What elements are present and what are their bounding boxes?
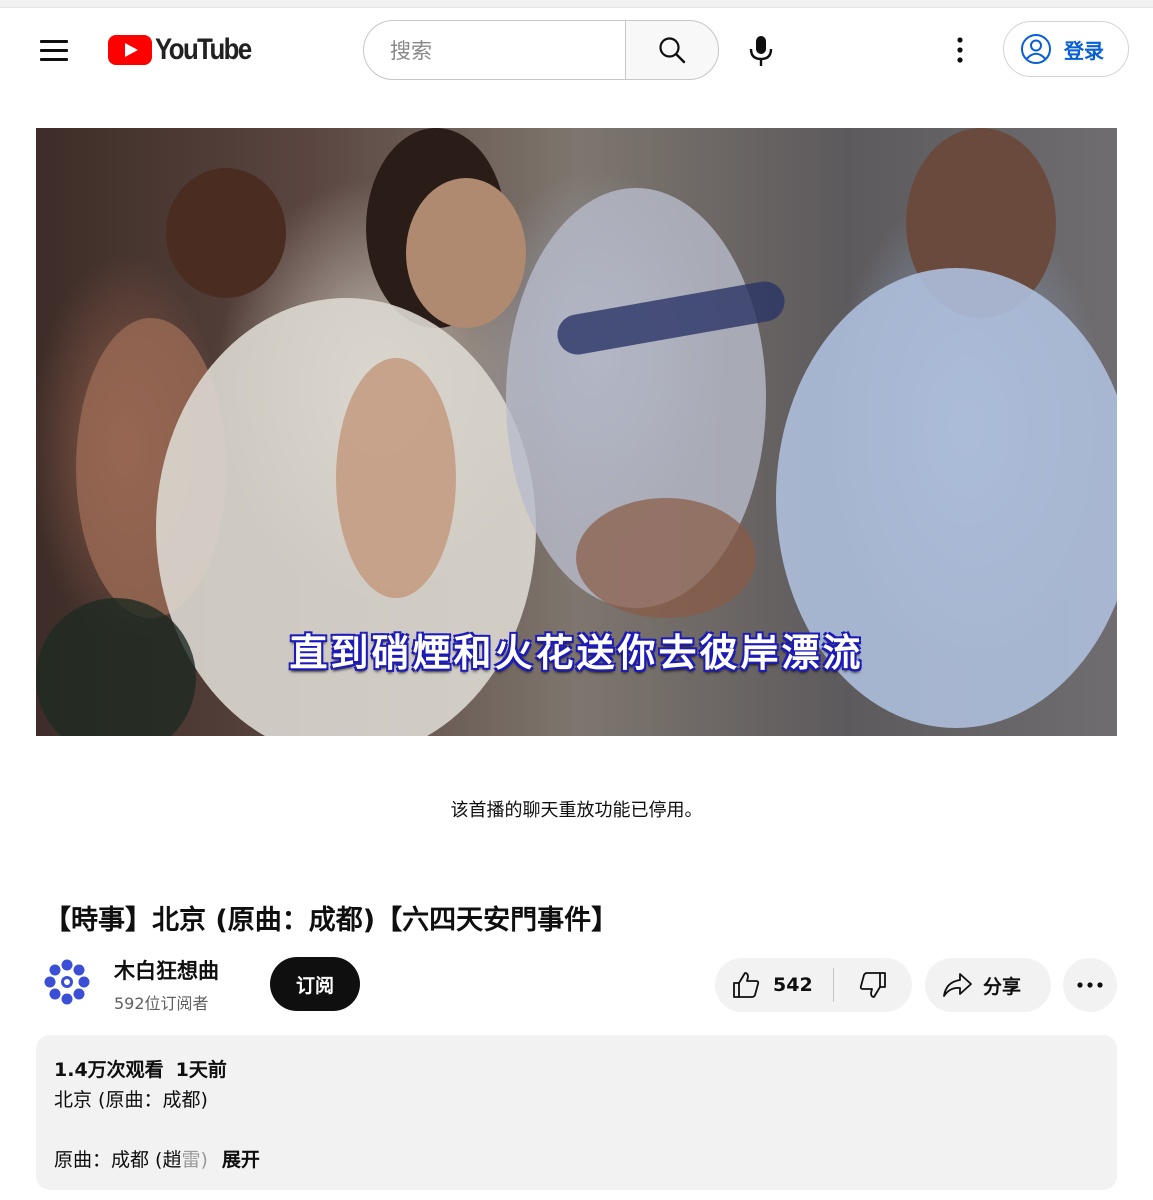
search-form: 搜索 xyxy=(363,20,719,80)
description-text-faded: 雷) xyxy=(181,1149,208,1171)
description-meta: 1.4万次观看 1天前 xyxy=(54,1055,227,1082)
video-frame-figure xyxy=(406,178,526,328)
video-title: 【時事】北京 (原曲：成都)【六四天安門事件】 xyxy=(44,905,619,936)
share-label: 分享 xyxy=(983,975,1022,998)
like-dislike-segment: 542 xyxy=(715,958,912,1012)
channel-logo-icon xyxy=(44,959,90,1005)
expand-button[interactable]: 展开 xyxy=(222,1149,260,1171)
view-count: 1.4万次观看 xyxy=(54,1059,164,1081)
more-actions-button[interactable] xyxy=(1063,958,1117,1012)
sign-in-label: 登录 xyxy=(1064,38,1104,63)
more-vertical-icon xyxy=(957,37,963,63)
account-icon xyxy=(1021,34,1051,64)
thumbs-down-icon xyxy=(859,972,886,998)
description-line: 北京 (原曲：成都) xyxy=(54,1089,208,1111)
chat-replay-disabled-message: 该首播的聊天重放功能已停用。 xyxy=(450,800,703,821)
search-placeholder: 搜索 xyxy=(390,39,432,63)
voice-search-button[interactable] xyxy=(738,28,784,74)
masthead: YouTube 搜索 登录 xyxy=(0,8,1153,92)
video-frame-figure xyxy=(166,168,286,298)
description-line: 原曲：成都 (趙雷) 展开 xyxy=(54,1145,260,1172)
subscriber-count: 592位订阅者 xyxy=(114,994,209,1013)
hamburger-line xyxy=(40,40,68,43)
share-button[interactable]: 分享 xyxy=(925,958,1051,1012)
browser-top-edge xyxy=(0,0,1153,8)
guide-menu-button[interactable] xyxy=(30,30,78,70)
search-icon xyxy=(659,37,686,64)
settings-menu-button[interactable] xyxy=(940,30,980,70)
description-box[interactable]: 1.4万次观看 1天前 北京 (原曲：成都) 原曲：成都 (趙雷) 展开 xyxy=(36,1035,1117,1190)
publish-date: 1天前 xyxy=(175,1059,227,1081)
like-button[interactable]: 542 xyxy=(715,958,833,1012)
search-button[interactable] xyxy=(625,20,719,80)
description-text: 原曲：成都 (趙 xyxy=(54,1149,182,1171)
microphone-icon xyxy=(749,36,773,66)
more-horizontal-icon xyxy=(1077,982,1103,988)
subscribe-button[interactable]: 订阅 xyxy=(270,957,360,1011)
youtube-play-icon xyxy=(108,35,152,65)
video-player[interactable]: 直到硝煙和火花送你去彼岸漂流 xyxy=(36,128,1117,736)
search-input[interactable]: 搜索 xyxy=(363,20,625,80)
channel-name[interactable]: 木白狂想曲 xyxy=(114,955,219,985)
hamburger-line xyxy=(40,58,68,61)
sign-in-button[interactable]: 登录 xyxy=(1003,21,1129,77)
logo-text: YouTube xyxy=(155,33,252,66)
video-frame-figure xyxy=(336,358,456,598)
hamburger-line xyxy=(40,49,68,52)
channel-avatar[interactable] xyxy=(40,955,94,1009)
thumbs-up-icon xyxy=(733,972,760,998)
share-arrow-icon xyxy=(943,973,972,997)
dislike-button[interactable] xyxy=(834,958,912,1012)
video-subtitle: 直到硝煙和火花送你去彼岸漂流 xyxy=(289,630,864,675)
video-frame-figure xyxy=(576,498,756,618)
youtube-logo[interactable]: YouTube xyxy=(108,33,266,66)
like-count: 542 xyxy=(773,974,813,996)
